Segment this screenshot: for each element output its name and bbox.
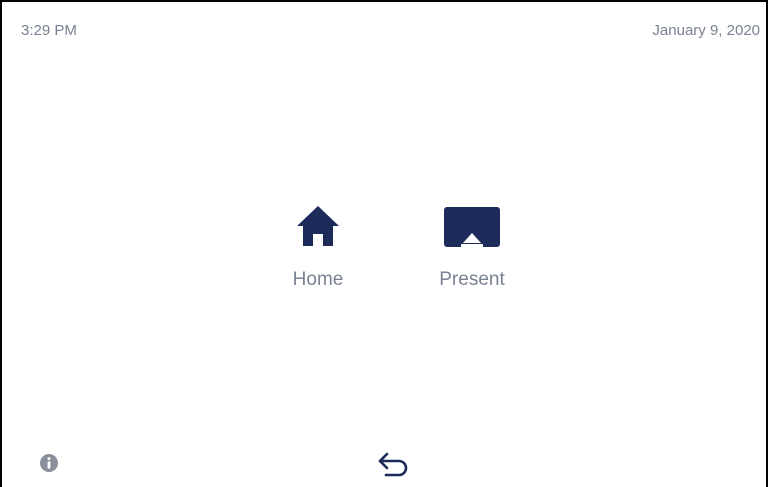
home-icon [297,206,339,246]
info-button[interactable] [39,453,59,473]
home-label: Home [292,269,344,290]
airplay-present-icon [444,207,500,247]
back-arrow-icon [378,452,408,477]
info-icon [40,454,58,472]
touch-panel-screen: 3:29 PM January 9, 2020 Home Present [0,0,768,487]
present-label: Present [439,269,505,290]
home-tile-button[interactable]: Home [282,202,354,298]
back-button[interactable] [377,449,411,479]
status-date: January 9, 2020 [652,22,760,39]
present-tile-button[interactable]: Present [430,202,514,298]
status-time: 3:29 PM [21,22,77,39]
